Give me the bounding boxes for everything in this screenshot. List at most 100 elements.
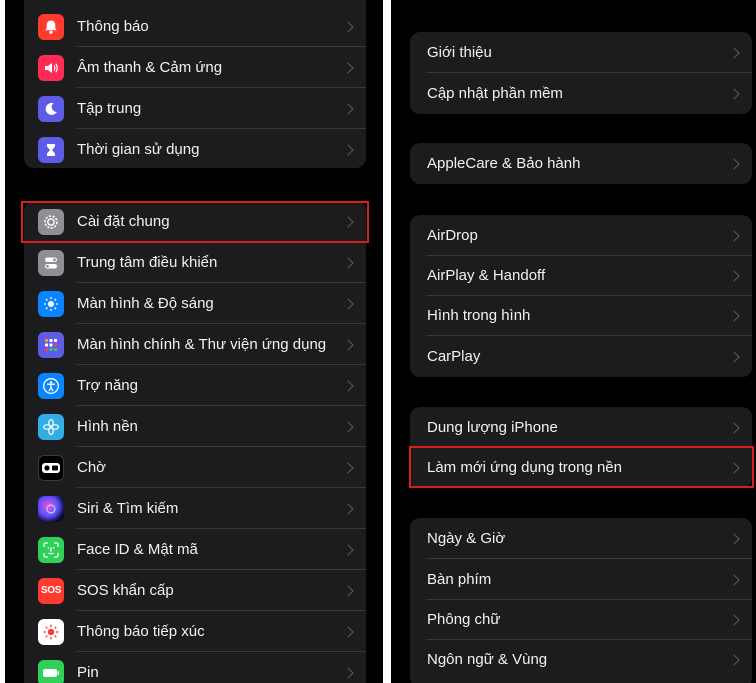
general-group-2: AppleCare & Bảo hành: [410, 143, 752, 184]
general-row-label: Bàn phím: [427, 571, 492, 588]
settings-row-battery[interactable]: Pin: [24, 652, 366, 683]
general-group-3: AirDrop AirPlay & Handoff Hình trong hìn…: [410, 215, 752, 377]
settings-row-label: Thông báo tiếp xúc: [77, 623, 205, 640]
general-group-5: Ngày & Giờ Bàn phím Phông chữ Ngôn ngữ &…: [410, 518, 752, 683]
faceid-icon: [38, 536, 64, 563]
settings-row-general[interactable]: Cài đặt chung: [24, 201, 366, 242]
general-group-1: Giới thiệu Cập nhật phần mềm: [410, 32, 752, 114]
general-row-label: Giới thiệu: [427, 44, 492, 61]
toggles-icon: [38, 249, 64, 276]
general-row-keyboard[interactable]: Bàn phím: [410, 559, 752, 600]
general-row-carplay[interactable]: CarPlay: [410, 336, 752, 377]
chevron-right-icon: [342, 297, 354, 310]
general-row-label: Làm mới ứng dụng trong nền: [427, 459, 622, 476]
general-row-label: Ngày & Giờ: [427, 530, 506, 547]
chevron-right-icon: [728, 46, 740, 59]
settings-row-label: Chờ: [77, 459, 107, 476]
chevron-right-icon: [728, 269, 740, 282]
settings-group-2: Cài đặt chung Trung tâm điều khiển Màn h…: [24, 201, 366, 683]
general-row-fonts[interactable]: Phông chữ: [410, 599, 752, 640]
settings-row-label: Màn hình chính & Thư viện ứng dụng: [77, 336, 327, 353]
settings-row-screen-time[interactable]: Thời gian sử dụng: [24, 129, 366, 168]
chevron-right-icon: [342, 102, 354, 115]
settings-row-control-center[interactable]: Trung tâm điều khiển: [24, 242, 366, 283]
chevron-right-icon: [728, 653, 740, 666]
settings-row-home-screen[interactable]: Màn hình chính & Thư viện ứng dụng: [24, 324, 366, 365]
general-row-pip[interactable]: Hình trong hình: [410, 295, 752, 336]
general-row-storage[interactable]: Dung lượng iPhone: [410, 407, 752, 448]
general-row-airdrop[interactable]: AirDrop: [410, 215, 752, 256]
general-row-language[interactable]: Ngôn ngữ & Vùng: [410, 639, 752, 680]
settings-row-wallpaper[interactable]: Hình nền: [24, 406, 366, 447]
home-grid-icon: [38, 331, 64, 358]
accessibility-icon: [38, 372, 64, 399]
settings-row-faceid[interactable]: Face ID & Mật mã: [24, 529, 366, 570]
general-row-software-update[interactable]: Cập nhật phần mềm: [410, 73, 752, 114]
general-row-label: Ngôn ngữ & Vùng: [427, 651, 548, 668]
flower-icon: [38, 413, 64, 440]
chevron-right-icon: [342, 256, 354, 269]
chevron-right-icon: [728, 461, 740, 474]
sos-icon: SOS: [38, 577, 64, 604]
general-row-label: AirDrop: [427, 227, 478, 244]
chevron-right-icon: [728, 350, 740, 363]
settings-row-label: Cài đặt chung: [77, 213, 170, 230]
general-row-date-time[interactable]: Ngày & Giờ: [410, 518, 752, 559]
speaker-icon: [38, 54, 64, 81]
settings-row-notifications[interactable]: Thông báo: [24, 6, 366, 47]
settings-row-siri[interactable]: Siri & Tìm kiếm: [24, 488, 366, 529]
chevron-right-icon: [728, 157, 740, 170]
moon-icon: [38, 95, 64, 122]
settings-row-accessibility[interactable]: Trợ năng: [24, 365, 366, 406]
chevron-right-icon: [342, 584, 354, 597]
settings-row-sounds[interactable]: Âm thanh & Cảm ứng: [24, 47, 366, 88]
chevron-right-icon: [728, 532, 740, 545]
chevron-right-icon: [342, 61, 354, 74]
general-row-label: AirPlay & Handoff: [427, 267, 546, 284]
general-row-airplay[interactable]: AirPlay & Handoff: [410, 255, 752, 296]
settings-list-right: Giới thiệu Cập nhật phần mềm AppleCare &…: [391, 0, 756, 683]
settings-row-label: Hình nền: [77, 418, 138, 435]
chevron-right-icon: [342, 461, 354, 474]
settings-row-label: Âm thanh & Cảm ứng: [77, 59, 223, 76]
chevron-right-icon: [342, 420, 354, 433]
general-row-about[interactable]: Giới thiệu: [410, 32, 752, 73]
settings-row-emergency-sos[interactable]: SOS SOS khẩn cấp: [24, 570, 366, 611]
chevron-right-icon: [728, 573, 740, 586]
settings-row-display[interactable]: Màn hình & Độ sáng: [24, 283, 366, 324]
general-row-label: Dung lượng iPhone: [427, 419, 558, 436]
general-row-applecare[interactable]: AppleCare & Bảo hành: [410, 143, 752, 184]
settings-row-label: Pin: [77, 664, 99, 681]
chevron-right-icon: [342, 666, 354, 679]
standby-icon: [38, 454, 64, 481]
chevron-right-icon: [342, 543, 354, 556]
chevron-right-icon: [728, 421, 740, 434]
chevron-right-icon: [728, 309, 740, 322]
settings-row-label: Tập trung: [77, 100, 142, 117]
settings-group-1: Thông báo Âm thanh & Cảm ứng Tập trung T…: [24, 0, 366, 168]
general-group-4: Dung lượng iPhone Làm mới ứng dụng trong…: [410, 407, 752, 488]
settings-row-label: Thời gian sử dụng: [77, 141, 200, 158]
settings-row-label: Trợ năng: [77, 377, 138, 394]
chevron-right-icon: [342, 502, 354, 515]
chevron-right-icon: [728, 613, 740, 626]
settings-row-exposure[interactable]: Thông báo tiếp xúc: [24, 611, 366, 652]
settings-row-standby[interactable]: Chờ: [24, 447, 366, 488]
chevron-right-icon: [728, 87, 740, 100]
settings-row-label: SOS khẩn cấp: [77, 582, 174, 599]
chevron-right-icon: [342, 379, 354, 392]
settings-row-focus[interactable]: Tập trung: [24, 88, 366, 129]
chevron-right-icon: [728, 229, 740, 242]
chevron-right-icon: [342, 215, 354, 228]
bell-icon: [38, 13, 64, 40]
chevron-right-icon: [342, 625, 354, 638]
general-row-label: Phông chữ: [427, 611, 501, 628]
general-row-background-refresh[interactable]: Làm mới ứng dụng trong nền: [410, 447, 752, 488]
battery-icon: [38, 659, 64, 683]
settings-row-label: Màn hình & Độ sáng: [77, 295, 214, 312]
chevron-right-icon: [342, 143, 354, 156]
settings-row-label: Trung tâm điều khiển: [77, 254, 218, 271]
settings-row-label: Siri & Tìm kiếm: [77, 500, 179, 517]
general-row-label: Hình trong hình: [427, 307, 531, 324]
chevron-right-icon: [342, 338, 354, 351]
